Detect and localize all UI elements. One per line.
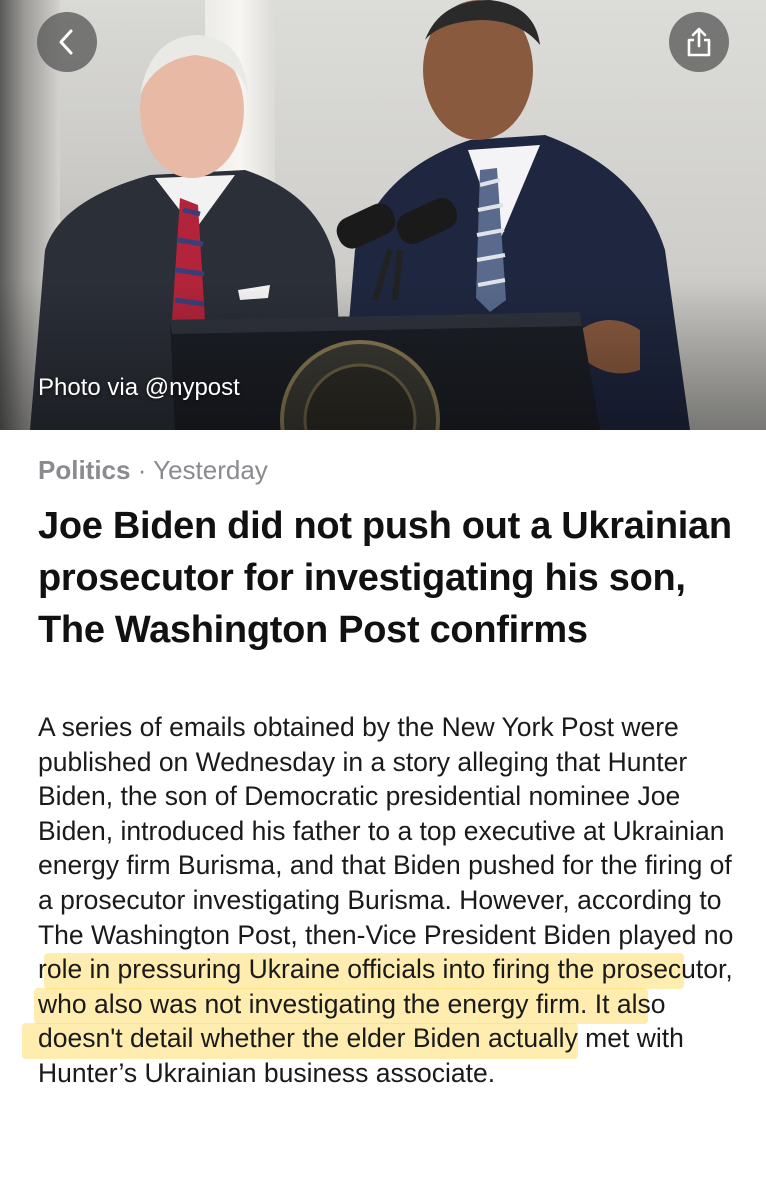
article-photo: Photo via @nypost bbox=[0, 0, 766, 430]
share-button[interactable] bbox=[669, 12, 729, 72]
share-icon bbox=[687, 27, 711, 57]
photo-credit: Photo via @nypost bbox=[38, 374, 240, 401]
chevron-left-icon bbox=[59, 29, 73, 55]
meta-separator: · bbox=[130, 455, 154, 485]
article-category[interactable]: Politics bbox=[38, 455, 130, 485]
article-date: Yesterday bbox=[153, 455, 268, 485]
photo-shade bbox=[0, 280, 766, 430]
article-meta: Politics · Yesterday bbox=[38, 455, 268, 486]
article-body: A series of emails obtained by the New Y… bbox=[38, 712, 734, 1088]
article-title: Joe Biden did not push out a Ukrainian p… bbox=[38, 505, 732, 651]
back-button[interactable] bbox=[37, 12, 97, 72]
